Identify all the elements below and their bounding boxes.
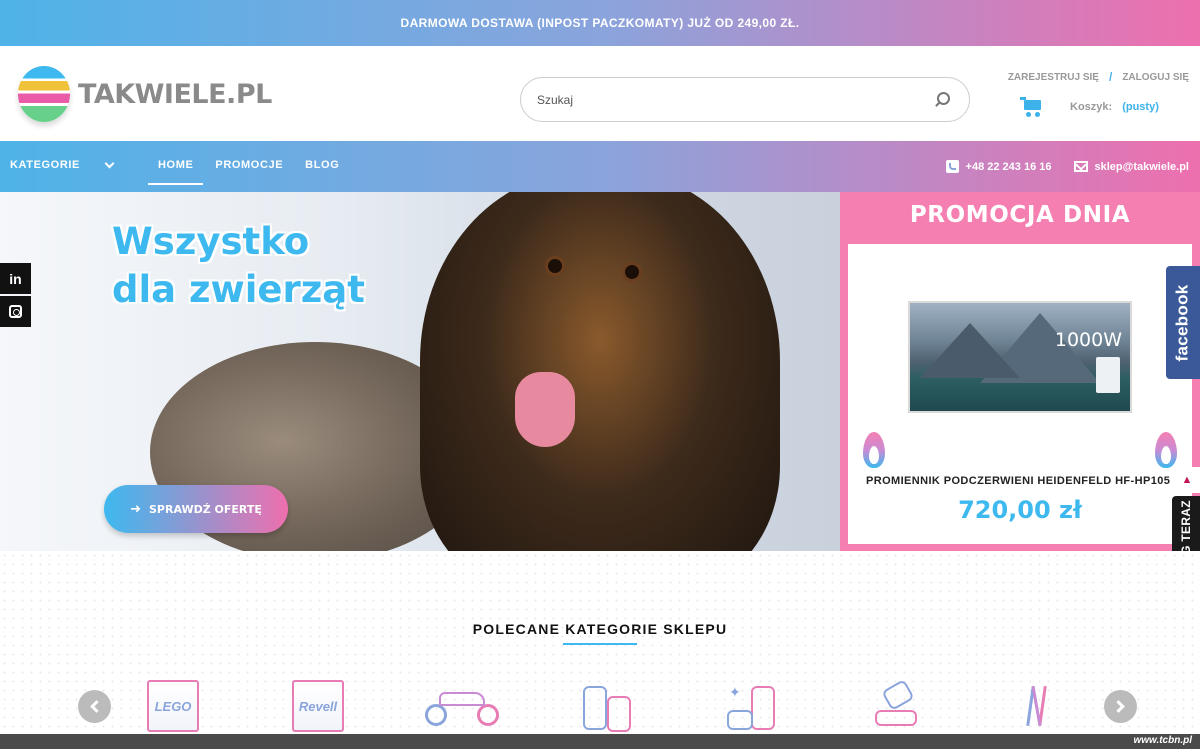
search-bar <box>520 77 970 122</box>
chemical-bottle-icon <box>873 678 919 730</box>
cart-value: (pusty) <box>1122 101 1159 113</box>
nav-home[interactable]: HOME <box>148 141 204 185</box>
site-logo[interactable]: TAKWIELE.PL <box>18 66 272 122</box>
hero-title-line1: Wszystko <box>112 220 310 263</box>
logo-ball-icon <box>18 66 70 122</box>
featured-categories-title: POLECANE KATEGORIE SKLEPU <box>0 621 1200 645</box>
cart-icon[interactable] <box>1020 97 1044 117</box>
product-image-text: 1000W <box>1054 329 1122 351</box>
check-offer-button[interactable]: ➜ SPRAWDŹ OFERTĘ <box>104 485 288 533</box>
watermark-bar: www.tcbn.pl <box>0 734 1200 749</box>
category-revell[interactable]: Revell <box>292 679 344 733</box>
site-header: TAKWIELE.PL ZAREJESTRUJ SIĘ / ZALOGUJ SI… <box>0 46 1200 141</box>
category-ladders[interactable] <box>1024 679 1056 733</box>
featured-categories: POLECANE KATEGORIE SKLEPU LEGO Revell ✦ <box>0 551 1200 749</box>
logo-text: TAKWIELE.PL <box>78 78 272 110</box>
deal-product-name[interactable]: PROMIENNIK PODCZERWIENI HEIDENFELD HF-HP… <box>866 475 1176 487</box>
category-chemicals[interactable] <box>872 678 920 733</box>
social-sidebar: in <box>0 263 31 329</box>
dog-eye-right <box>622 262 642 282</box>
lego-logo: LEGO <box>147 680 199 732</box>
instagram-button[interactable] <box>0 296 31 327</box>
categories-dropdown[interactable]: KATEGORIE <box>10 158 115 171</box>
contact-info: +48 22 243 16 16 sklep@takwiele.pl <box>945 160 1190 173</box>
chevron-right-icon <box>1112 700 1125 713</box>
flame-icon <box>1155 432 1177 468</box>
account-separator: / <box>1108 70 1113 84</box>
search-input[interactable] <box>537 92 933 107</box>
arrow-up-icon[interactable]: ▲ <box>1174 467 1200 493</box>
hero-title: Wszystko dla zwierząt <box>112 218 365 314</box>
title-underline <box>563 643 637 645</box>
nav-links: HOME PROMOCJE BLOG <box>148 141 351 192</box>
flame-icon <box>863 432 885 468</box>
deal-of-the-day: PROMOCJA DNIA 1000W PROMIENNIK PODCZERWI… <box>840 192 1200 551</box>
facebook-label: facebook <box>1173 283 1193 362</box>
carousel-next-button[interactable] <box>1104 690 1137 723</box>
check-offer-label: SPRAWDŹ OFERTĘ <box>148 502 262 516</box>
thermostat-image <box>1096 357 1120 393</box>
hero-title-line2: dla zwierząt <box>112 268 365 311</box>
nav-promotions[interactable]: PROMOCJE <box>205 141 293 192</box>
free-shipping-banner: DARMOWA DOSTAWA (INPOST PACZKOMATY) JUŻ … <box>0 0 1200 46</box>
ladder-icon <box>1025 685 1055 727</box>
free-shipping-text: DARMOWA DOSTAWA (INPOST PACZKOMATY) JUŻ … <box>400 16 800 30</box>
cart-label: Koszyk: <box>1070 101 1113 113</box>
register-link[interactable]: ZAREJESTRUJ SIĘ <box>1008 72 1099 83</box>
dog-tongue <box>515 372 575 447</box>
search-icon[interactable] <box>933 91 951 109</box>
category-cleaning[interactable] <box>580 679 634 733</box>
watermark-text: www.tcbn.pl <box>1133 735 1192 746</box>
phone-icon <box>945 160 959 173</box>
login-link[interactable]: ZALOGUJ SIĘ <box>1122 72 1189 83</box>
cart-widget[interactable]: Koszyk: (pusty) <box>1020 97 1159 117</box>
chevron-left-icon <box>90 700 103 713</box>
detergent-bottles-icon <box>581 680 633 732</box>
featured-categories-title-text: POLECANE KATEGORIE SKLEPU <box>472 621 728 637</box>
revell-logo: Revell <box>292 680 344 732</box>
chevron-down-icon <box>104 158 115 168</box>
category-vehicles[interactable] <box>424 679 502 733</box>
linkedin-icon[interactable]: in <box>0 263 31 294</box>
instagram-icon <box>9 305 22 318</box>
mail-icon <box>1073 161 1088 172</box>
category-detergents[interactable]: ✦ <box>724 679 778 733</box>
carousel-prev-button[interactable] <box>78 690 111 723</box>
hero-banner[interactable]: Wszystko dla zwierząt ➜ SPRAWDŹ OFERTĘ <box>0 192 840 551</box>
category-lego[interactable]: LEGO <box>147 679 199 733</box>
main-nav: KATEGORIE HOME PROMOCJE BLOG +48 22 243 … <box>0 141 1200 192</box>
email-address[interactable]: sklep@takwiele.pl <box>1095 161 1190 173</box>
dog-eye-left <box>545 256 565 276</box>
cleaning-supplies-icon: ✦ <box>725 680 777 732</box>
deal-product-card[interactable]: 1000W PROMIENNIK PODCZERWIENI HEIDENFELD… <box>848 244 1192 544</box>
facebook-tab[interactable]: facebook <box>1166 266 1200 379</box>
nav-blog[interactable]: BLOG <box>295 141 349 192</box>
arrow-right-icon: ➜ <box>130 501 141 517</box>
deal-title: PROMOCJA DNIA <box>909 202 1131 228</box>
deal-product-image[interactable]: 1000W <box>908 301 1132 413</box>
deal-product-price: 720,00 zł <box>958 496 1082 524</box>
account-links: ZAREJESTRUJ SIĘ / ZALOGUJ SIĘ <box>1008 70 1189 84</box>
categories-label: KATEGORIE <box>10 159 80 171</box>
hero-dog-image <box>420 192 780 551</box>
quad-bike-icon <box>425 686 501 726</box>
phone-number[interactable]: +48 22 243 16 16 <box>966 161 1052 173</box>
